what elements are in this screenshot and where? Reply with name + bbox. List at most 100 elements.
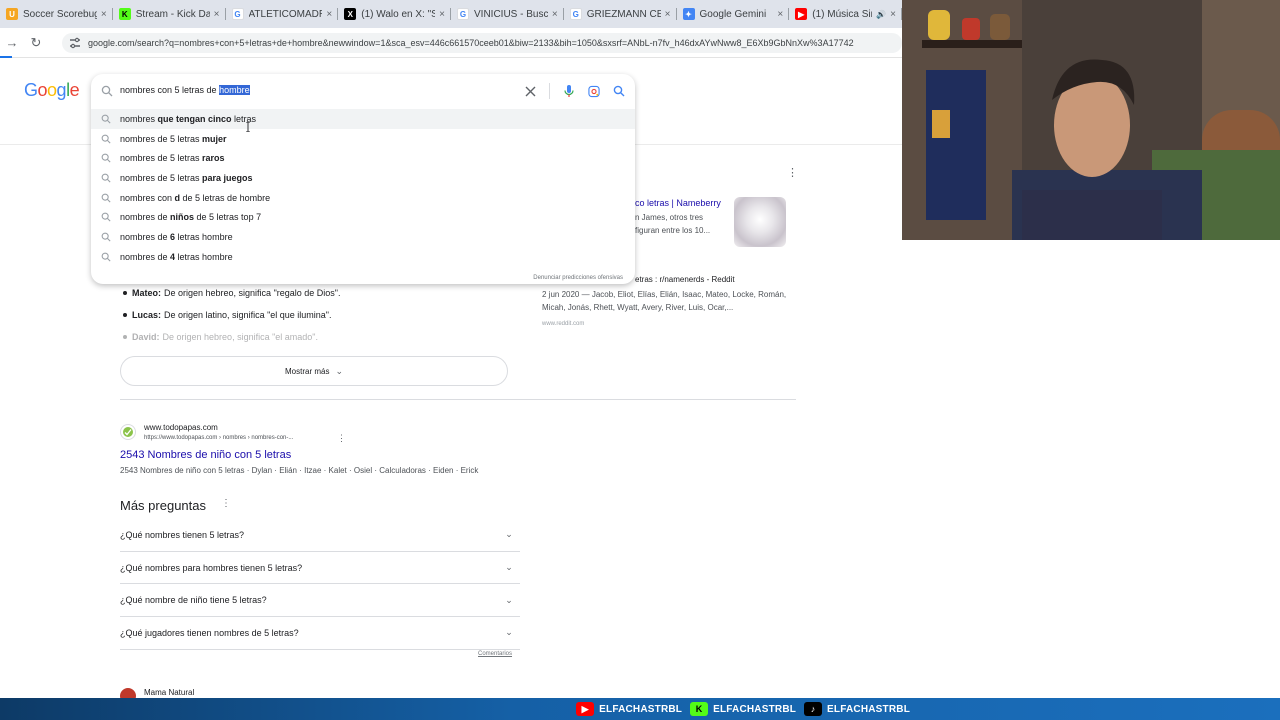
paa-question[interactable]: ¿Qué nombres para hombres tienen 5 letra…: [120, 552, 520, 585]
tab-label: GRIEZMANN CELEB: [586, 8, 661, 20]
search-input[interactable]: nombres con 5 letras de hombre: [91, 74, 635, 108]
browser-tab[interactable]: K Stream - Kick Dashb ×: [113, 0, 226, 28]
chevron-down-icon: ⌄: [505, 529, 513, 540]
browser-tab[interactable]: ✦ Google Gemini ×: [677, 0, 790, 28]
list-item: Lucas: De origen latino, significa "el qu…: [132, 304, 341, 326]
tab-label: (1) Walo en X: "SAL: [361, 8, 436, 20]
reddit-card-title[interactable]: etras : r/namenerds - Reddit: [635, 275, 735, 284]
side-card-snippet: n James, otros tres figuran entre los 10…: [635, 213, 711, 235]
webcam-image: [902, 0, 1280, 240]
tab-label: (1) Música Sin: [812, 8, 873, 20]
microphone-icon[interactable]: [563, 84, 575, 98]
tiktok-icon: ♪: [804, 702, 823, 716]
search-suggestion[interactable]: nombres de 6 letras hombre: [91, 227, 635, 247]
search-icon: [101, 153, 111, 163]
tab-close-icon[interactable]: ×: [101, 9, 107, 20]
search-suggestion[interactable]: nombres de 5 letras para juegos: [91, 168, 635, 188]
paa-options-icon[interactable]: ⋮: [221, 498, 231, 509]
search-icon: [101, 212, 111, 222]
lens-camera-icon[interactable]: [588, 84, 600, 98]
result-options-icon[interactable]: ⋮: [337, 433, 346, 444]
tab-close-icon[interactable]: ×: [777, 9, 783, 20]
browser-tab[interactable]: ▶ (1) Música Sin 🔊 ×: [789, 0, 902, 28]
search-divider: [549, 83, 550, 99]
search-suggestion[interactable]: nombres de niños de 5 letras top 7: [91, 207, 635, 227]
feedback-link[interactable]: Comentarios: [478, 651, 512, 657]
paa-heading: Más preguntas: [120, 498, 206, 513]
search-suggestion[interactable]: nombres con d de 5 letras de hombre: [91, 188, 635, 208]
search-submit-icon[interactable]: [613, 84, 625, 98]
search-query: nombres con 5 letras de hombre: [120, 85, 250, 95]
tab-close-icon[interactable]: ×: [552, 9, 558, 20]
loading-indicator: [0, 56, 12, 58]
reddit-card-snippet: 2 jun 2020 — Jacob, Eliot, Elías, Elián,…: [542, 290, 787, 312]
browser-tab[interactable]: G VINICIUS - Buscar c ×: [451, 0, 564, 28]
search-suggestion[interactable]: nombres de 5 letras raros: [91, 148, 635, 168]
search-suggestion[interactable]: nombres de 5 letras mujer: [91, 129, 635, 149]
chevron-down-icon: ⌄: [335, 365, 343, 376]
tab-close-icon[interactable]: ×: [326, 9, 332, 20]
youtube-icon: ▶: [576, 702, 595, 716]
search-icon: [101, 85, 113, 97]
report-predictions-link[interactable]: Denunciar predicciones ofensivas: [533, 275, 623, 281]
paa-question[interactable]: ¿Qué nombre de niño tiene 5 letras? ⌄: [120, 584, 520, 618]
tab-favicon-icon: ✦: [682, 8, 695, 20]
tab-close-icon[interactable]: ×: [665, 9, 671, 20]
search-suggestion[interactable]: nombres de 4 letras hombre: [91, 247, 635, 267]
reload-icon[interactable]: ↻: [24, 35, 48, 51]
forward-icon[interactable]: →: [0, 35, 24, 50]
result-site-name: Mama Natural: [144, 688, 195, 697]
featured-list: Mateo: De origen hebreo, significa "regal…: [132, 282, 341, 348]
tab-favicon-icon: X: [344, 8, 357, 20]
clear-icon[interactable]: [524, 84, 536, 98]
tab-close-icon[interactable]: ×: [439, 9, 445, 20]
kick-icon: K: [690, 702, 709, 716]
browser-tab[interactable]: U Soccer Scorebug ×: [0, 0, 113, 28]
paa-question[interactable]: ¿Qué nombres tienen 5 letras? ⌄: [120, 519, 520, 552]
browser-tab[interactable]: G GRIEZMANN CELEB ×: [564, 0, 677, 28]
section-divider: [120, 399, 796, 400]
tab-favicon-icon: K: [118, 8, 131, 20]
social-handle-tiktok: ♪ ELFACHASTRBL: [804, 702, 910, 716]
paa-list: ¿Qué nombres tienen 5 letras? ⌄ ¿Qué nomb…: [120, 519, 520, 650]
browser-tab-strip: USoccer Scorebug×KStream - Kick Dashb×GA…: [0, 0, 902, 28]
suggestion-list: nombres que tengan cinco letras nombres d…: [91, 109, 635, 267]
list-item: Mateo: De origen hebreo, significa "regal…: [132, 282, 341, 304]
site-info-icon[interactable]: [68, 36, 82, 50]
show-more-button[interactable]: Mostrar más ⌄: [120, 356, 508, 386]
result-title-link[interactable]: 2543 Nombres de niño con 5 letras: [120, 449, 291, 461]
side-card-thumbnail[interactable]: [734, 197, 786, 247]
search-suggestion[interactable]: nombres que tengan cinco letras: [91, 109, 635, 129]
tab-favicon-icon: G: [569, 8, 582, 20]
social-handle-kick: K ELFACHASTRBL: [690, 702, 796, 716]
tab-audio-icon[interactable]: 🔊: [876, 10, 886, 19]
tab-label: Soccer Scorebug: [23, 8, 97, 20]
tab-close-icon[interactable]: ×: [214, 9, 220, 20]
tab-favicon-icon: U: [6, 8, 18, 20]
tab-close-icon[interactable]: ×: [890, 9, 896, 20]
site-favicon-icon: [120, 424, 136, 440]
browser-tab[interactable]: X (1) Walo en X: "SAL×: [338, 0, 451, 28]
side-card-title[interactable]: co letras | Nameberry: [635, 198, 721, 208]
result-site-name: www.todopapas.com: [144, 423, 218, 432]
search-box: nombres con 5 letras de hombre nombres q…: [91, 74, 635, 284]
search-icon: [101, 232, 111, 242]
tab-label: Stream - Kick Dashb: [135, 8, 210, 20]
paa-question[interactable]: ¿Qué jugadores tienen nombres de 5 letra…: [120, 617, 520, 650]
url-text: google.com/search?q=nombres+con+5+letras…: [88, 38, 854, 48]
url-field[interactable]: google.com/search?q=nombres+con+5+letras…: [62, 33, 902, 53]
address-bar: → ↻ google.com/search?q=nombres+con+5+le…: [0, 28, 902, 58]
chevron-down-icon: ⌄: [505, 594, 513, 605]
chevron-down-icon: ⌄: [505, 562, 513, 573]
google-logo[interactable]: Google: [24, 80, 80, 101]
tab-label: VINICIUS - Buscar c: [474, 8, 548, 20]
browser-tab[interactable]: G ATLETICOMADRID×: [226, 0, 339, 28]
search-icon: [101, 252, 111, 262]
mouse-cursor-icon: [246, 122, 250, 132]
more-options-icon[interactable]: ⋮: [787, 166, 798, 179]
tab-label: Google Gemini: [699, 8, 767, 20]
search-icon: [101, 114, 111, 124]
chevron-down-icon: ⌄: [505, 627, 513, 638]
tab-favicon-icon: ▶: [795, 8, 808, 20]
search-icon: [101, 173, 111, 183]
